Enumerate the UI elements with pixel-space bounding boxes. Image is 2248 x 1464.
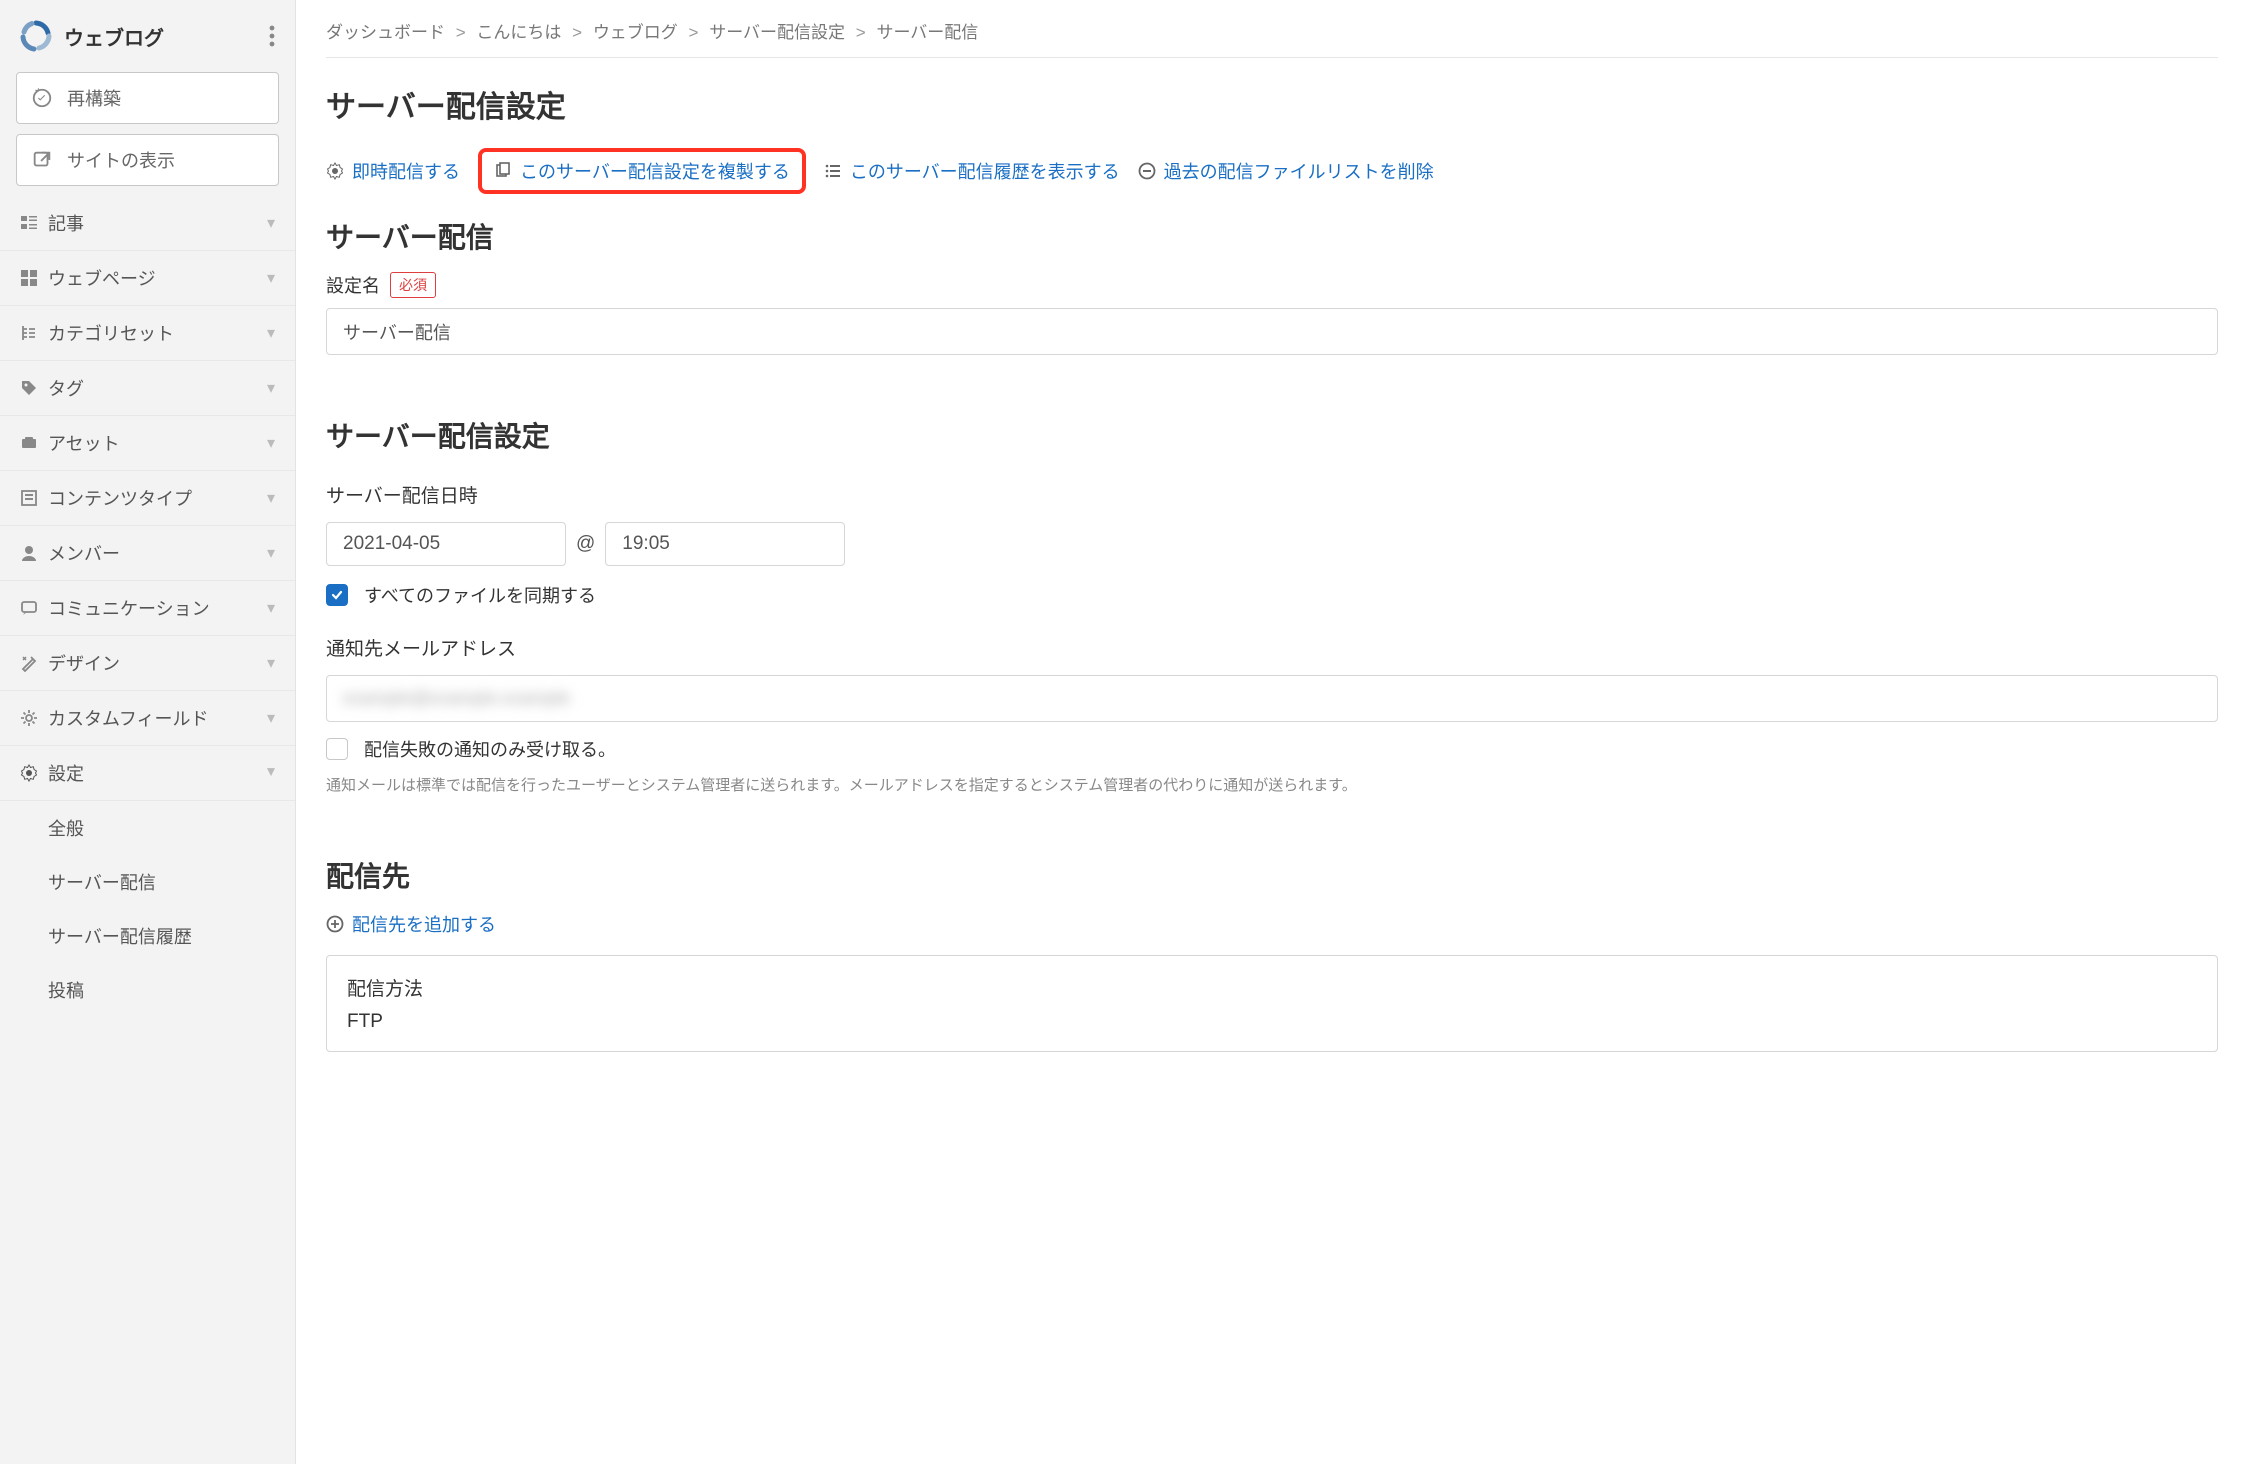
pages-icon xyxy=(20,269,48,287)
chevron-down-icon: ▾ xyxy=(267,213,275,233)
sidebar-quick-actions: 再構築 サイトの表示 xyxy=(0,72,295,186)
gear-icon xyxy=(326,162,344,180)
setting-name-label-row: 設定名 必須 xyxy=(326,272,2218,298)
communication-icon xyxy=(20,599,48,617)
chevron-down-icon: ▾ xyxy=(267,378,275,398)
brand: ウェブログ xyxy=(20,20,164,52)
breadcrumb: ダッシュボード > こんにちは > ウェブログ > サーバー配信設定 > サーバ… xyxy=(326,18,2218,58)
view-history-link[interactable]: このサーバー配信履歴を表示する xyxy=(824,158,1120,184)
settings-icon xyxy=(20,764,48,782)
nav-members[interactable]: メンバー ▾ xyxy=(0,526,295,581)
tag-icon xyxy=(20,379,48,397)
brand-title: ウェブログ xyxy=(64,22,164,51)
add-destination-link[interactable]: 配信先を追加する xyxy=(326,911,496,937)
rebuild-icon xyxy=(31,87,53,109)
list-icon xyxy=(824,162,842,180)
only-fail-row[interactable]: 配信失敗の通知のみ受け取る。 xyxy=(326,736,2218,762)
chevron-down-icon: ▾ xyxy=(267,268,275,288)
sidebar: ウェブログ 再構築 サイトの表示 記事 ▾ ウェブページ ▾ xyxy=(0,0,296,1464)
sync-all-checkbox[interactable] xyxy=(326,584,348,606)
nav-pages[interactable]: ウェブページ ▾ xyxy=(0,251,295,306)
chevron-down-icon: ▾ xyxy=(267,708,275,728)
main-content: ダッシュボード > こんにちは > ウェブログ > サーバー配信設定 > サーバ… xyxy=(296,0,2248,1464)
distribution-method-value: FTP xyxy=(347,1011,2197,1033)
nav-communication[interactable]: コミュニケーション ▾ xyxy=(0,581,295,636)
content-type-icon xyxy=(20,489,48,507)
subnav-general[interactable]: 全般 xyxy=(0,801,295,855)
remove-icon xyxy=(1138,162,1156,180)
destination-heading: 配信先 xyxy=(326,855,2218,895)
notify-email-label: 通知先メールアドレス xyxy=(326,634,2218,661)
entries-icon xyxy=(20,214,48,232)
chevron-down-icon: ▾ xyxy=(267,433,275,453)
required-badge: 必須 xyxy=(390,272,436,298)
design-icon xyxy=(20,654,48,672)
breadcrumb-item[interactable]: こんにちは xyxy=(476,23,561,42)
sidebar-nav: 記事 ▾ ウェブページ ▾ カテゴリセット ▾ タグ ▾ アセット ▾ コンテン… xyxy=(0,196,295,801)
nav-category-sets[interactable]: カテゴリセット ▾ xyxy=(0,306,295,361)
nav-custom-fields[interactable]: カスタムフィールド ▾ xyxy=(0,691,295,746)
chevron-down-icon: ▾ xyxy=(267,653,275,673)
subnav-posting[interactable]: 投稿 xyxy=(0,963,295,1017)
nav-entries[interactable]: 記事 ▾ xyxy=(0,196,295,251)
settings-subnav: 全般 サーバー配信 サーバー配信履歴 投稿 xyxy=(0,801,295,1017)
chevron-up-icon: ▴ xyxy=(267,763,275,783)
chevron-down-icon: ▾ xyxy=(267,488,275,508)
member-icon xyxy=(20,544,48,562)
custom-field-icon xyxy=(20,709,48,727)
sync-all-label: すべてのファイルを同期する xyxy=(364,582,596,608)
nav-design[interactable]: デザイン ▾ xyxy=(0,636,295,691)
nav-settings[interactable]: 設定 ▴ xyxy=(0,746,295,801)
notify-help-text: 通知メールは標準では配信を行ったユーザーとシステム管理者に送られます。メールアド… xyxy=(326,774,2218,795)
chevron-down-icon: ▾ xyxy=(267,598,275,618)
copy-icon xyxy=(494,162,512,180)
distribution-method-label: 配信方法 xyxy=(347,974,2197,1001)
publish-now-link[interactable]: 即時配信する xyxy=(326,158,460,184)
asset-icon xyxy=(20,434,48,452)
time-input[interactable] xyxy=(605,522,845,566)
duplicate-settings-link[interactable]: このサーバー配信設定を複製する xyxy=(494,158,790,184)
nav-assets[interactable]: アセット ▾ xyxy=(0,416,295,471)
chevron-down-icon: ▾ xyxy=(267,543,275,563)
sync-all-row[interactable]: すべてのファイルを同期する xyxy=(326,582,2218,608)
page-title: サーバー配信設定 xyxy=(326,82,2218,126)
highlighted-action: このサーバー配信設定を複製する xyxy=(478,148,806,194)
nav-content-types[interactable]: コンテンツタイプ ▾ xyxy=(0,471,295,526)
view-site-button[interactable]: サイトの表示 xyxy=(16,134,279,186)
action-bar: 即時配信する このサーバー配信設定を複製する このサーバー配信履歴を表示する 過… xyxy=(326,148,2218,194)
server-distribution-settings-heading: サーバー配信設定 xyxy=(326,415,2218,455)
external-link-icon xyxy=(31,149,53,171)
view-site-label: サイトの表示 xyxy=(67,147,175,173)
only-fail-label: 配信失敗の通知のみ受け取る。 xyxy=(364,736,616,762)
subnav-server-distribution-history[interactable]: サーバー配信履歴 xyxy=(0,909,295,963)
date-input[interactable] xyxy=(326,522,566,566)
breadcrumb-item[interactable]: ウェブログ xyxy=(593,23,678,42)
plus-circle-icon xyxy=(326,915,344,933)
categories-icon xyxy=(20,324,48,342)
breadcrumb-item: サーバー配信 xyxy=(876,23,978,42)
datetime-label: サーバー配信日時 xyxy=(326,481,2218,508)
rebuild-label: 再構築 xyxy=(67,85,121,111)
subnav-server-distribution[interactable]: サーバー配信 xyxy=(0,855,295,909)
setting-name-label: 設定名 xyxy=(326,272,380,298)
more-options-button[interactable] xyxy=(269,25,275,47)
breadcrumb-item[interactable]: ダッシュボード xyxy=(326,23,445,42)
datetime-row: @ xyxy=(326,522,2218,566)
nav-tags[interactable]: タグ ▾ xyxy=(0,361,295,416)
rebuild-button[interactable]: 再構築 xyxy=(16,72,279,124)
notify-email-input[interactable]: example@example.example xyxy=(326,675,2218,722)
breadcrumb-item[interactable]: サーバー配信設定 xyxy=(709,23,845,42)
brand-logo-icon xyxy=(20,20,52,52)
setting-name-input[interactable] xyxy=(326,308,2218,355)
destination-box: 配信方法 FTP xyxy=(326,955,2218,1052)
delete-past-files-link[interactable]: 過去の配信ファイルリストを削除 xyxy=(1138,158,1434,184)
sidebar-header: ウェブログ xyxy=(0,8,295,72)
only-fail-checkbox[interactable] xyxy=(326,738,348,760)
at-separator: @ xyxy=(576,533,595,555)
chevron-down-icon: ▾ xyxy=(267,323,275,343)
server-distribution-heading: サーバー配信 xyxy=(326,216,2218,256)
